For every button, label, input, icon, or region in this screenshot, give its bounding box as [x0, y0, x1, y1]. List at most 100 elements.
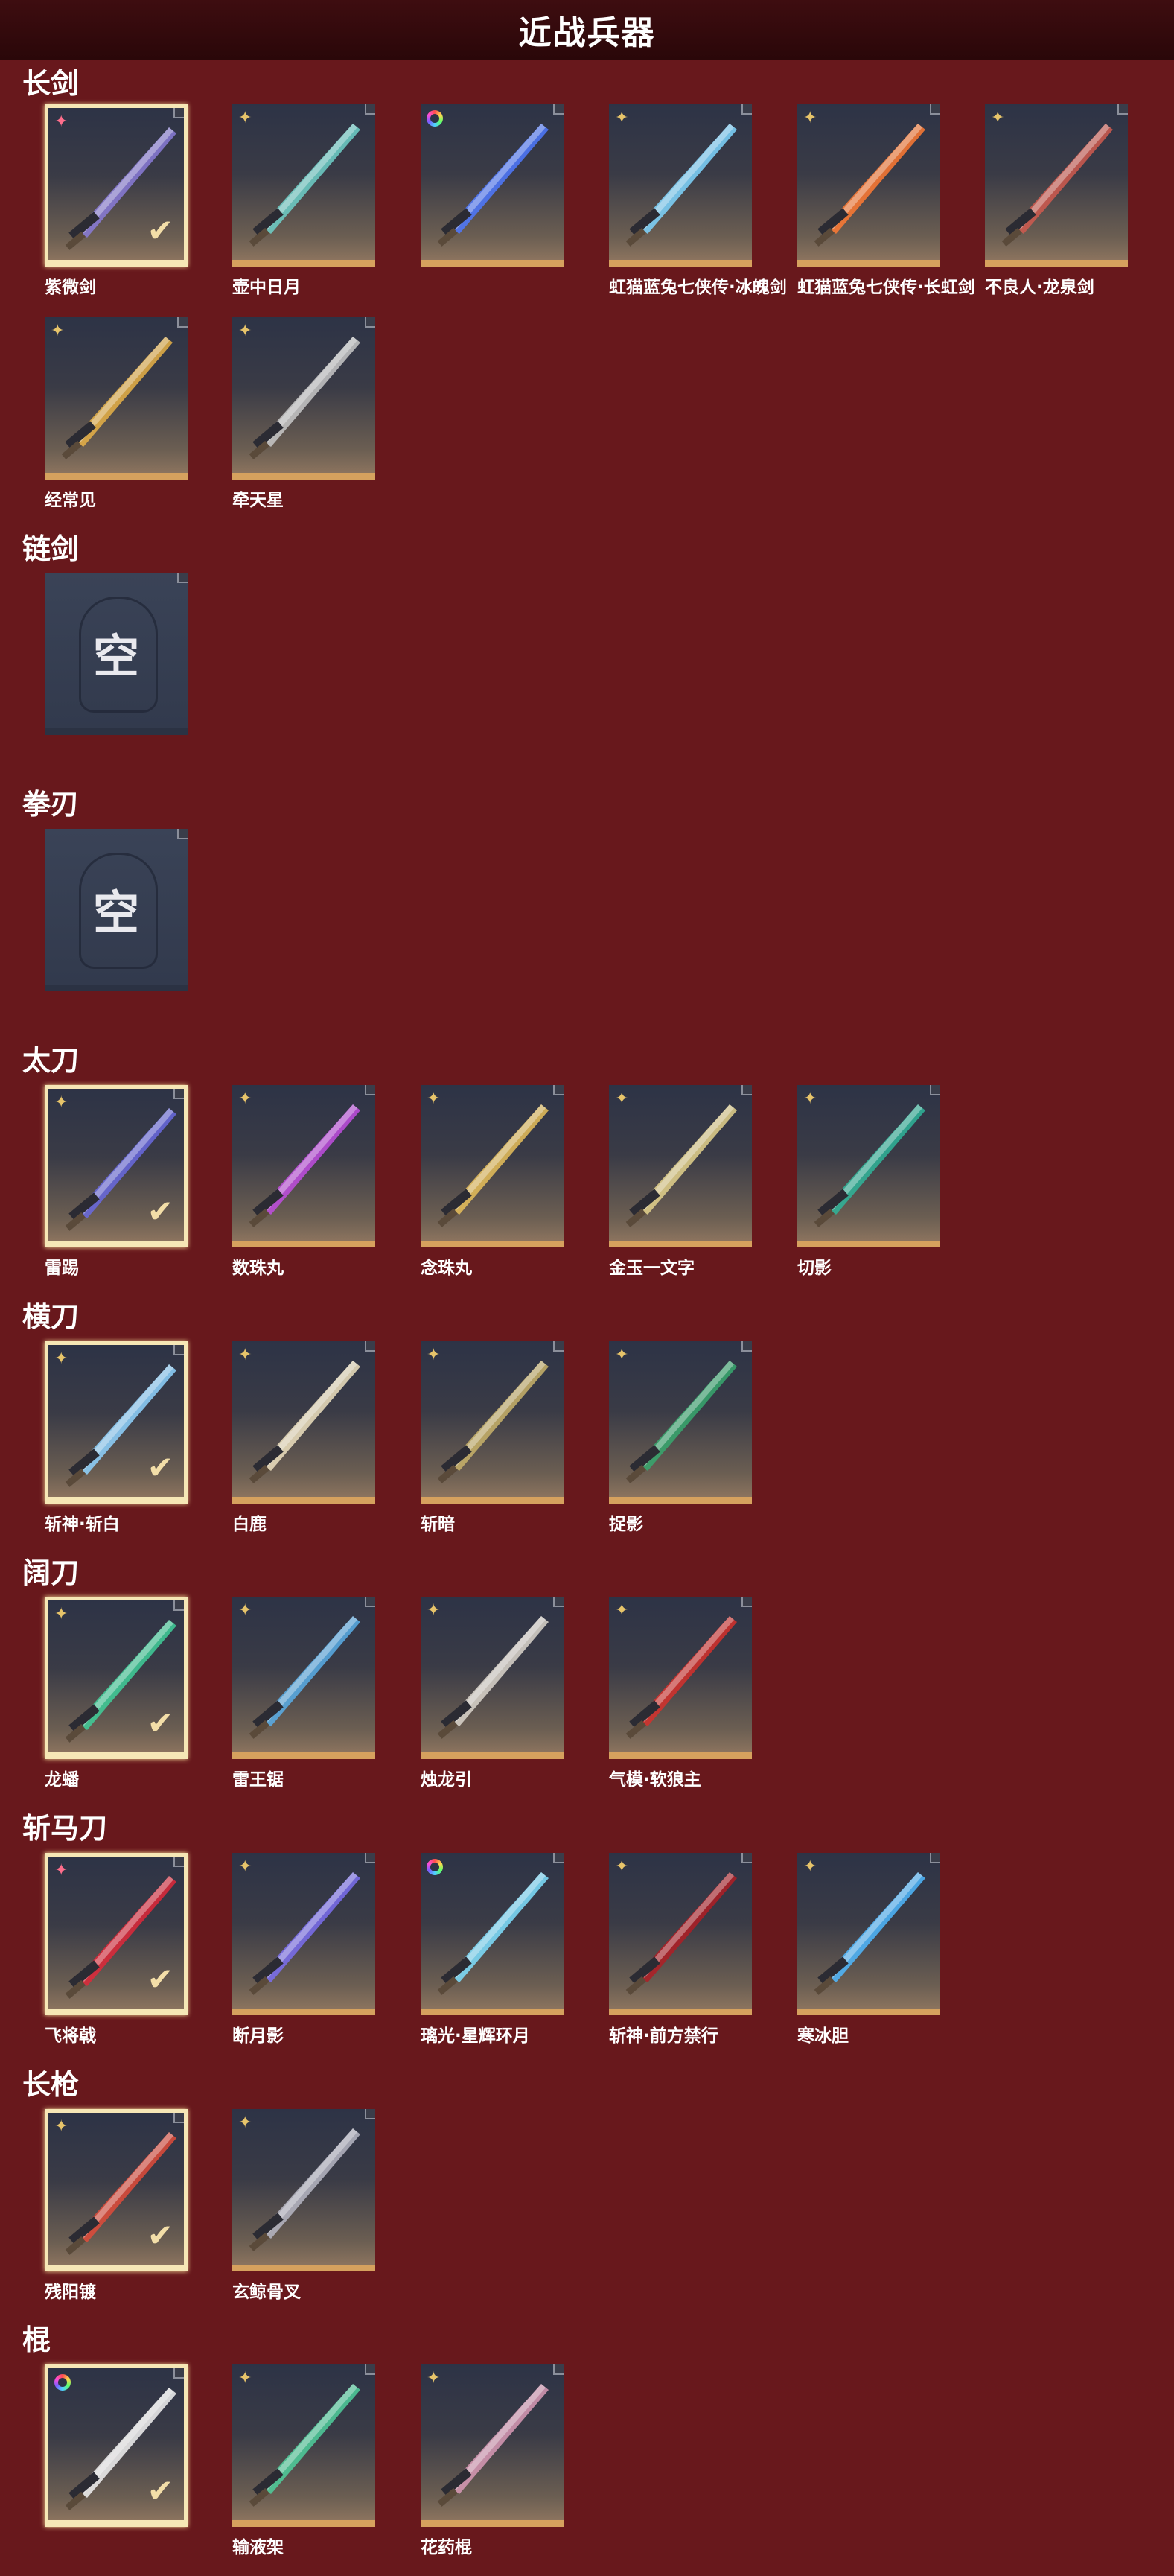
weapon-frame: ✦ ✔ [45, 104, 188, 267]
weapon-image [625, 1361, 737, 1483]
weapon-card[interactable]: ✦ ✔ 紫微剑 [45, 104, 188, 297]
weapon-card[interactable]: ✦ ✔ 雷踢 [45, 1085, 188, 1278]
category-title: 太刀 [22, 1044, 80, 1077]
corner-tab-icon [365, 1853, 375, 1863]
category-title: 阔刀 [22, 1556, 80, 1589]
gold-star-icon: ✦ [238, 1090, 252, 1108]
weapon-card[interactable]: ✦ 虹猫蓝兔七侠传·长虹剑 [797, 104, 975, 297]
weapon-name: 花药棍 [421, 2538, 472, 2557]
weapon-card[interactable]: 璃光·星辉环月 [421, 1853, 564, 2046]
empty-label: 空 [92, 885, 139, 940]
weapon-card[interactable]: ✦ 断月影 [232, 1853, 375, 2046]
weapon-card[interactable]: ✦ 不良人·龙泉剑 [985, 104, 1128, 297]
weapon-image [814, 1104, 925, 1227]
weapon-card[interactable]: ✦ 金玉一文字 [609, 1085, 752, 1278]
weapon-image [249, 1361, 360, 1483]
weapon-name: 璃光·星辉环月 [421, 2026, 530, 2046]
corner-tab-icon [365, 317, 375, 328]
gold-star-icon: ✦ [615, 1090, 629, 1108]
weapon-name: 牵天星 [232, 491, 284, 510]
gold-star-icon: ✦ [615, 1346, 629, 1364]
weapon-card[interactable]: ✦ 寒冰胆 [797, 1853, 940, 2046]
weapon-card[interactable]: ✦ 牵天星 [232, 317, 375, 510]
weapon-image [249, 1616, 360, 1739]
empty-weapon-slot[interactable]: 空 [45, 829, 188, 996]
corner-tab-icon [173, 1089, 184, 1099]
weapon-frame: ✦ [232, 104, 375, 267]
weapon-frame: ✦ [232, 2364, 375, 2527]
corner-tab-icon [365, 2364, 375, 2375]
weapon-card[interactable]: ✦ 雷王锯 [232, 1597, 375, 1790]
weapon-card[interactable]: ✦ 输液架 [232, 2364, 375, 2557]
weapon-frame: ✦ [232, 1085, 375, 1247]
weapon-name: 玄鲸骨叉 [232, 2283, 301, 2302]
weapon-image [437, 1872, 549, 1995]
weapon-name: 紫微剑 [45, 278, 96, 297]
corner-tab-icon [930, 1853, 940, 1863]
equipped-check-icon: ✔ [147, 1449, 173, 1486]
weapon-frame: ✦ [421, 1341, 564, 1504]
weapon-name: 壶中日月 [232, 278, 301, 297]
equipped-check-icon: ✔ [147, 1705, 173, 1741]
weapon-card[interactable]: ✦ 花药棍 [421, 2364, 564, 2557]
weapon-name: 飞将戟 [45, 2026, 96, 2046]
corner-tab-icon [1117, 104, 1128, 115]
weapon-card[interactable]: ✦ 斩神·前方禁行 [609, 1853, 752, 2046]
gold-star-icon: ✦ [54, 2117, 68, 2136]
corner-tab-icon [930, 104, 940, 115]
weapon-card[interactable]: ✦ ✔ 残阳镀 [45, 2109, 188, 2302]
header-bar: 近战兵器 [0, 0, 1174, 60]
weapon-frame: ✦ [609, 1597, 752, 1759]
weapon-name: 数珠丸 [232, 1259, 284, 1278]
weapon-image [814, 124, 925, 247]
gold-star-icon: ✦ [238, 1857, 252, 1876]
weapon-name: 斩神·斩白 [45, 1515, 120, 1534]
weapon-card[interactable]: ✦ ✔ 龙蟠 [45, 1597, 188, 1790]
pink-star-icon: ✦ [54, 112, 68, 131]
weapon-frame [421, 104, 564, 267]
weapon-frame [421, 1853, 564, 2015]
weapon-card[interactable]: ✦ ✔ 飞将戟 [45, 1853, 188, 2046]
weapon-frame: ✦ [45, 317, 188, 480]
weapon-image [249, 2128, 360, 2251]
weapon-card[interactable]: ✦ 念珠丸 [421, 1085, 564, 1278]
corner-tab-icon [365, 1341, 375, 1352]
weapon-card[interactable] [421, 104, 564, 271]
weapon-name: 斩暗 [421, 1515, 455, 1534]
weapon-frame: ✦ [421, 1085, 564, 1247]
weapon-name: 经常见 [45, 491, 96, 510]
corner-tab-icon [173, 1857, 184, 1867]
weapon-card[interactable]: ✦ 数珠丸 [232, 1085, 375, 1278]
gold-star-icon: ✦ [615, 109, 629, 127]
gold-star-icon: ✦ [238, 322, 252, 340]
gold-star-icon: ✦ [54, 1093, 68, 1112]
weapon-card[interactable]: ✦ 玄鲸骨叉 [232, 2109, 375, 2302]
corner-tab-icon [741, 1085, 752, 1095]
weapon-image [814, 1872, 925, 1995]
weapon-card[interactable]: ✦ 气模·软狼主 [609, 1597, 752, 1790]
weapon-card[interactable]: ✦ 壶中日月 [232, 104, 375, 297]
weapon-frame: ✦ [609, 104, 752, 267]
weapon-name: 念珠丸 [421, 1259, 472, 1278]
empty-weapon-slot[interactable]: 空 [45, 573, 188, 740]
slot-frame: 空 [45, 573, 188, 735]
weapon-card[interactable]: ✦ 切影 [797, 1085, 940, 1278]
weapon-card[interactable]: ✦ 捉影 [609, 1341, 752, 1534]
weapon-card[interactable]: ✔ [45, 2364, 188, 2531]
weapon-card[interactable]: ✦ 斩暗 [421, 1341, 564, 1534]
weapon-card[interactable]: ✦ 经常见 [45, 317, 188, 510]
weapon-image [249, 124, 360, 247]
weapon-card[interactable]: ✦ 白鹿 [232, 1341, 375, 1534]
weapon-image [437, 2384, 549, 2507]
weapon-frame: ✦ [797, 1085, 940, 1247]
weapon-card[interactable]: ✦ 虹猫蓝兔七侠传·冰魄剑 [609, 104, 787, 297]
weapon-card[interactable]: ✦ 烛龙引 [421, 1597, 564, 1790]
gold-star-icon: ✦ [54, 1349, 68, 1368]
weapon-card[interactable]: ✦ ✔ 斩神·斩白 [45, 1341, 188, 1534]
corner-tab-icon [930, 1085, 940, 1095]
weapon-frame: ✦ ✔ [45, 1853, 188, 2015]
weapon-frame: ✦ [232, 317, 375, 480]
weapon-name: 龙蟠 [45, 1770, 79, 1790]
corner-tab-icon [365, 1597, 375, 1607]
corner-tab-icon [177, 317, 188, 328]
